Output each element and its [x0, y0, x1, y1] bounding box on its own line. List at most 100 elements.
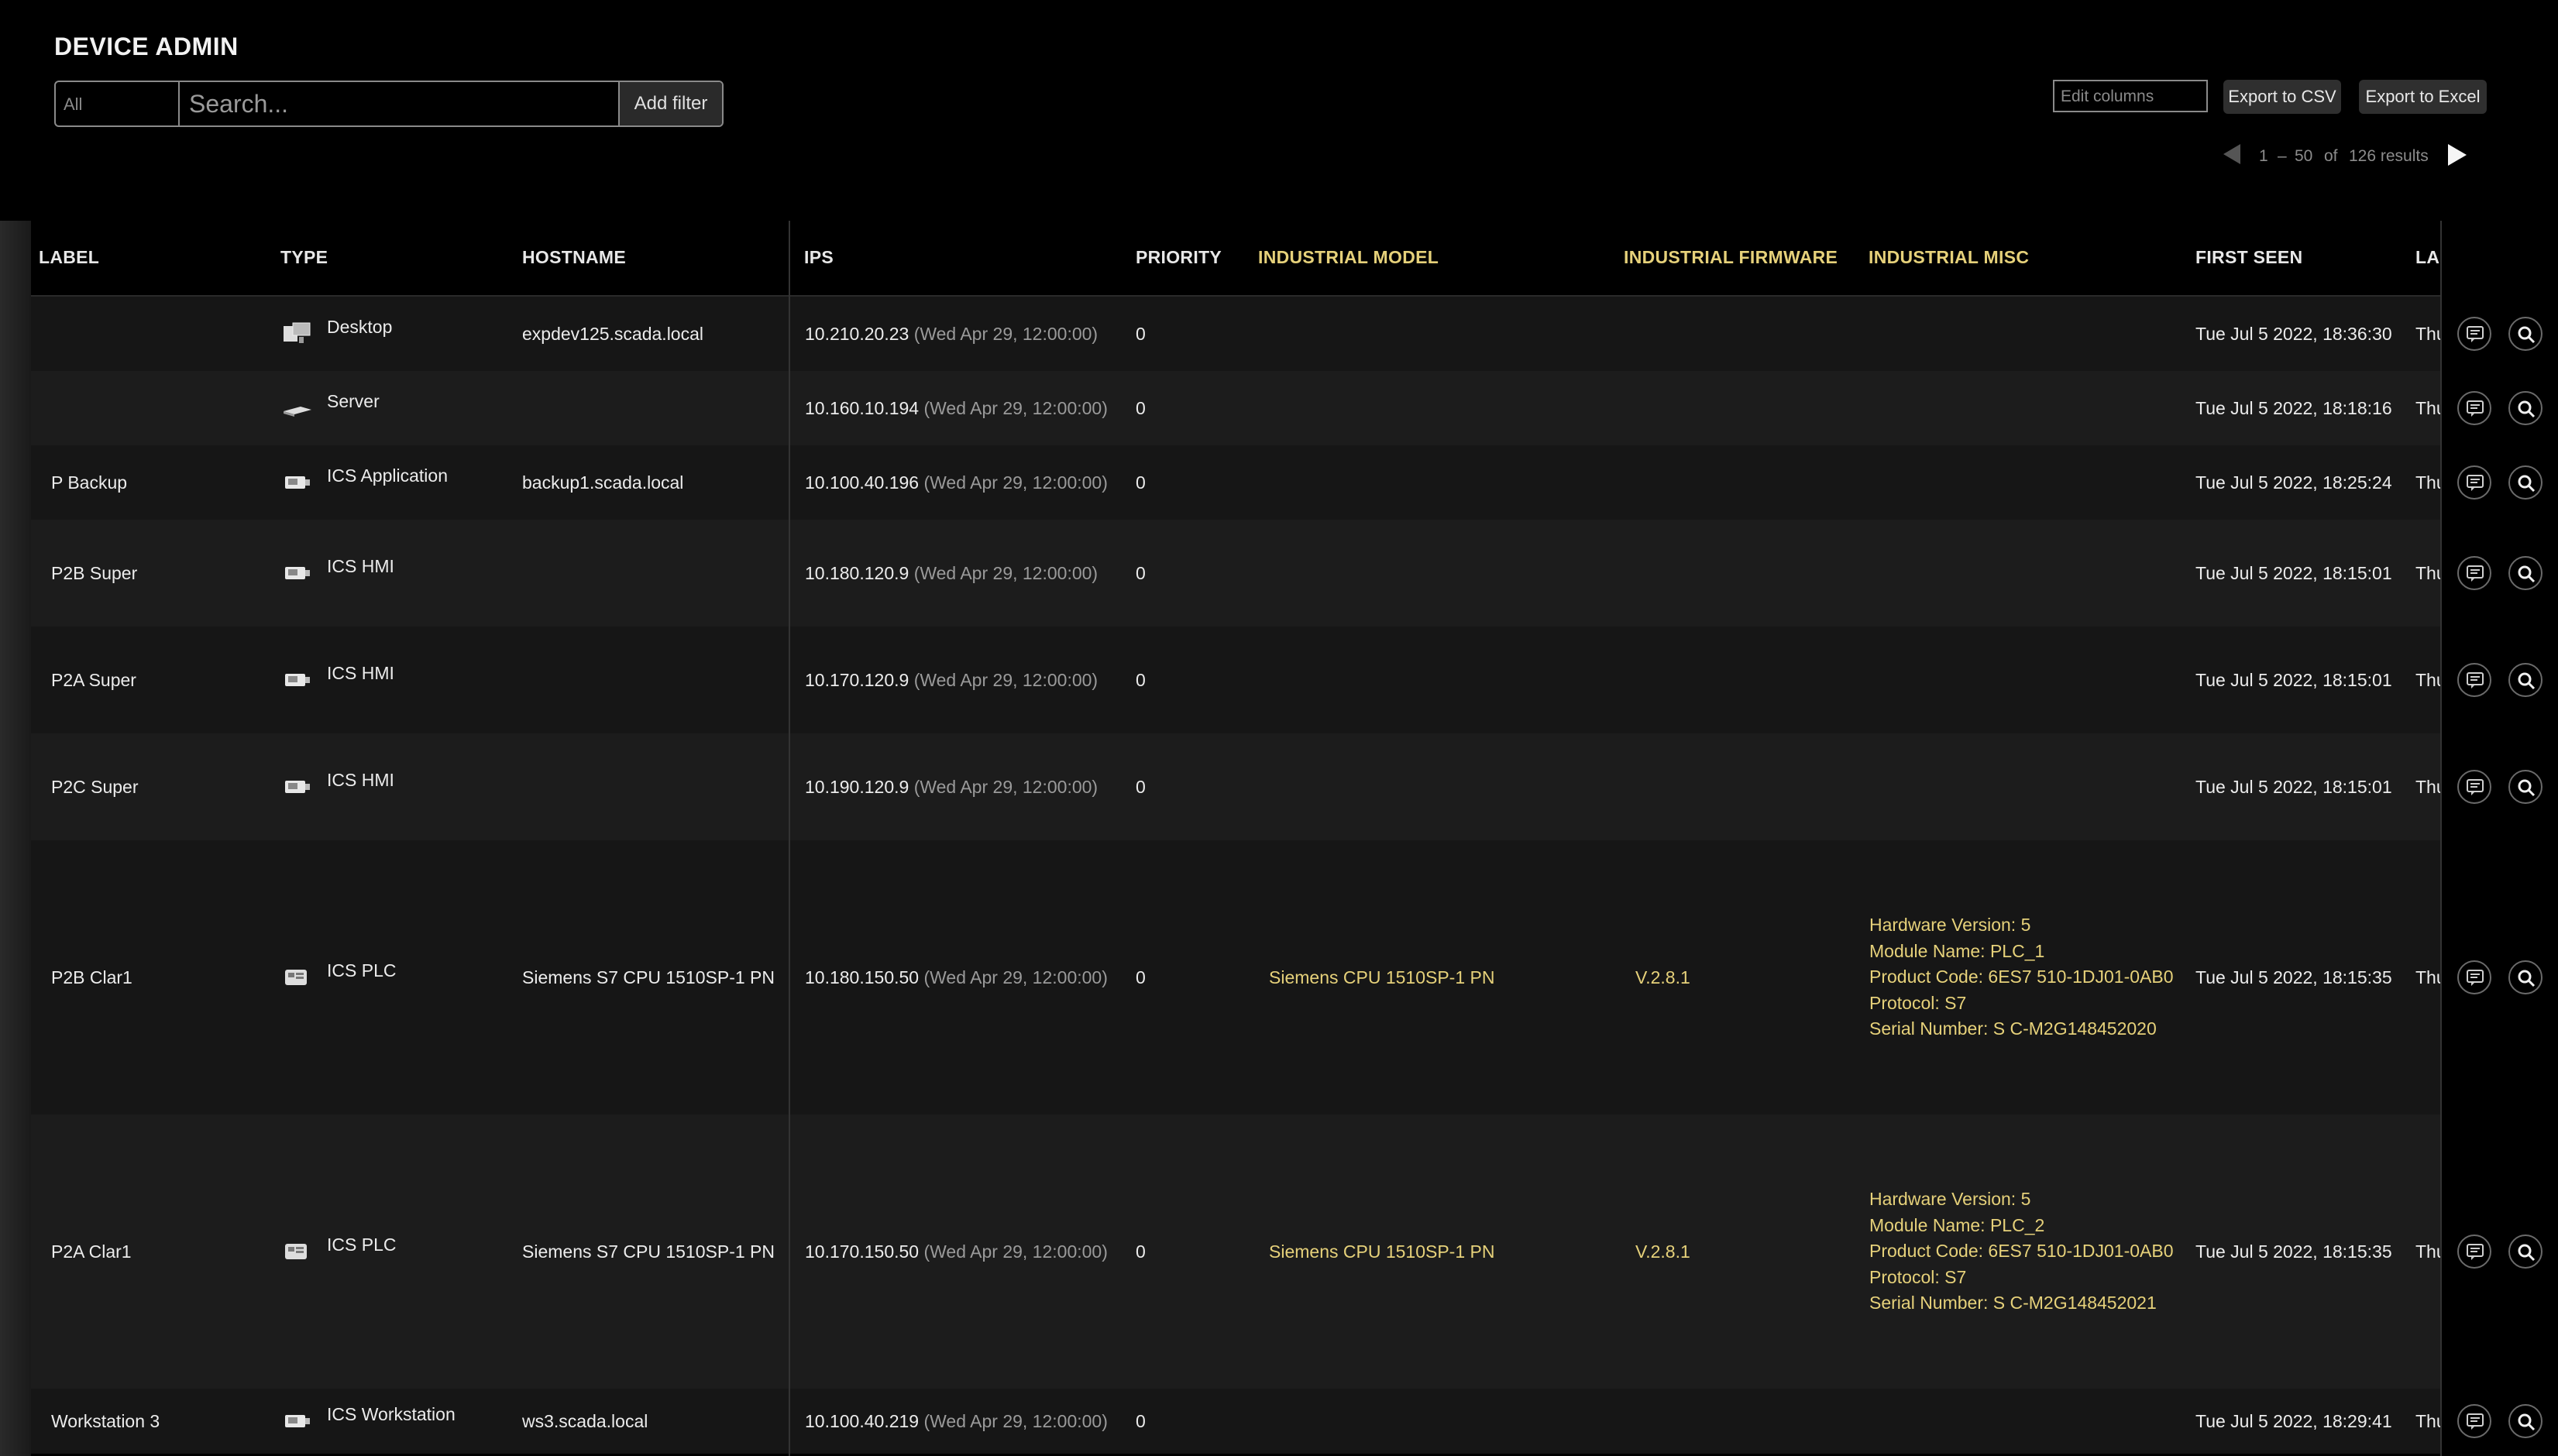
- search-icon[interactable]: [2508, 556, 2543, 590]
- ip-address: 10.160.10.194: [805, 398, 920, 418]
- industrial-firmware: V.2.8.1: [1635, 1241, 1690, 1262]
- search-icon[interactable]: [2508, 1235, 2543, 1269]
- comment-icon[interactable]: [2457, 1404, 2491, 1438]
- comment-icon[interactable]: [2457, 770, 2491, 804]
- filter-scope-select[interactable]: All: [56, 82, 180, 125]
- column-header-type[interactable]: TYPE: [280, 247, 328, 268]
- table-row[interactable]: P Backup ICS Application backup1.scada.loc…: [0, 445, 2440, 520]
- column-header-first-seen[interactable]: FIRST SEEN: [2195, 247, 2302, 268]
- column-divider: [2440, 221, 2442, 1456]
- search-icon[interactable]: [2508, 960, 2543, 994]
- device-ip: 10.100.40.196 (Wed Apr 29, 12:00:00): [805, 472, 1108, 493]
- industrial-misc: Hardware Version: 5 Module Name: PLC_1 Pro…: [1869, 912, 2174, 1042]
- device-type: ICS PLC: [327, 1235, 397, 1255]
- search-bar: All Search... Add filter: [54, 81, 724, 127]
- comment-icon[interactable]: [2457, 556, 2491, 590]
- misc-line: Product Code: 6ES7 510-1DJ01-0AB0: [1869, 967, 2174, 987]
- misc-line: Module Name: PLC_2: [1869, 1214, 2045, 1235]
- comment-icon[interactable]: [2457, 1235, 2491, 1269]
- column-header-label[interactable]: LABEL: [39, 247, 99, 268]
- search-input[interactable]: Search...: [180, 82, 618, 125]
- page-dash: –: [2278, 147, 2287, 165]
- misc-line: Hardware Version: 5: [1869, 915, 2031, 935]
- edit-columns-input[interactable]: Edit columns: [2053, 80, 2208, 112]
- column-header-la[interactable]: LA: [2415, 247, 2439, 268]
- table-row[interactable]: P2B Clar1 ICS PLC Siemens S7 CPU 1510SP-1 …: [0, 840, 2440, 1114]
- comment-icon[interactable]: [2457, 391, 2491, 425]
- actions-column: [2442, 221, 2558, 1456]
- search-icon[interactable]: [2508, 770, 2543, 804]
- column-header-hostname[interactable]: HOSTNAME: [522, 247, 626, 268]
- device-type: ICS Application: [327, 465, 448, 486]
- column-header-industrial-firmware[interactable]: INDUSTRIAL FIRMWARE: [1624, 247, 1838, 268]
- search-icon[interactable]: [2508, 391, 2543, 425]
- last-seen-truncated: Thu: [2415, 472, 2440, 493]
- add-filter-button[interactable]: Add filter: [618, 82, 722, 125]
- device-priority: 0: [1136, 324, 1146, 344]
- ip-address: 10.180.150.50: [805, 967, 920, 987]
- column-divider: [789, 221, 790, 1456]
- first-seen: Tue Jul 5 2022, 18:18:16: [2195, 398, 2392, 418]
- device-type: Desktop: [327, 317, 393, 337]
- misc-line: Product Code: 6ES7 510-1DJ01-0AB0: [1869, 1241, 2174, 1261]
- ip-address: 10.180.120.9: [805, 563, 909, 583]
- plc-icon: [282, 965, 308, 987]
- table-row[interactable]: P2C Super ICS HMI 10.190.120.9 (Wed Apr 29…: [0, 733, 2440, 840]
- table-header: LABEL TYPE HOSTNAME IPS PRIORITY INDUSTRIAL M…: [0, 221, 2558, 297]
- ics-device-icon: [282, 668, 310, 689]
- table-row[interactable]: Server 10.160.10.194 (Wed Apr 29, 12:00:0…: [0, 371, 2440, 445]
- last-seen-truncated: Thu: [2415, 670, 2440, 690]
- column-header-ips[interactable]: IPS: [804, 247, 834, 268]
- search-icon[interactable]: [2508, 1404, 2543, 1438]
- device-label: P2B Super: [51, 563, 138, 583]
- table-row[interactable]: P2A Super ICS HMI 10.170.120.9 (Wed Apr 29…: [0, 627, 2440, 733]
- last-seen-truncated: Thu: [2415, 967, 2440, 987]
- comment-icon[interactable]: [2457, 317, 2491, 351]
- comment-icon[interactable]: [2457, 960, 2491, 994]
- device-priority: 0: [1136, 967, 1146, 987]
- last-seen-truncated: Thu: [2415, 563, 2440, 583]
- export-excel-button[interactable]: Export to Excel: [2359, 80, 2487, 114]
- next-page-icon[interactable]: [2448, 144, 2467, 166]
- table-row[interactable]: P2B Super ICS HMI 10.180.120.9 (Wed Apr 29…: [0, 520, 2440, 627]
- device-label: Workstation 3: [51, 1411, 160, 1431]
- industrial-misc: Hardware Version: 5 Module Name: PLC_2 Pro…: [1869, 1186, 2174, 1317]
- ics-device-icon: [282, 1409, 310, 1430]
- ip-timestamp: (Wed Apr 29, 12:00:00): [923, 1241, 1108, 1262]
- column-header-industrial-misc[interactable]: INDUSTRIAL MISC: [1869, 247, 2029, 268]
- export-csv-button[interactable]: Export to CSV: [2223, 80, 2341, 114]
- device-ip: 10.180.120.9 (Wed Apr 29, 12:00:00): [805, 563, 1098, 584]
- device-ip: 10.210.20.23 (Wed Apr 29, 12:00:00): [805, 324, 1098, 345]
- ics-device-icon: [282, 774, 310, 796]
- page-total: 126 results: [2349, 147, 2429, 165]
- comment-icon[interactable]: [2457, 663, 2491, 697]
- pagination: 1 – 50 of 126 results: [2223, 144, 2471, 167]
- table-row[interactable]: Workstation 3 ICS Workstation ws3.scada.lo…: [0, 1389, 2440, 1454]
- device-priority: 0: [1136, 472, 1146, 493]
- ip-timestamp: (Wed Apr 29, 12:00:00): [923, 1411, 1108, 1431]
- comment-icon[interactable]: [2457, 465, 2491, 500]
- device-type: ICS Workstation: [327, 1404, 456, 1424]
- search-icon[interactable]: [2508, 317, 2543, 351]
- search-icon[interactable]: [2508, 663, 2543, 697]
- last-seen-truncated: Thu: [2415, 1241, 2440, 1262]
- ip-address: 10.210.20.23: [805, 324, 909, 344]
- server-icon: [282, 396, 311, 417]
- device-priority: 0: [1136, 670, 1146, 690]
- column-header-industrial-model[interactable]: INDUSTRIAL MODEL: [1258, 247, 1439, 268]
- last-seen-truncated: Thu: [2415, 1411, 2440, 1431]
- device-ip: 10.180.150.50 (Wed Apr 29, 12:00:00): [805, 967, 1108, 988]
- device-priority: 0: [1136, 1411, 1146, 1431]
- device-table: LABEL TYPE HOSTNAME IPS PRIORITY INDUSTRIAL M…: [0, 221, 2558, 1456]
- ics-device-icon: [282, 470, 310, 492]
- table-row[interactable]: P2A Clar1 ICS PLC Siemens S7 CPU 1510SP-1 …: [0, 1114, 2440, 1389]
- column-header-priority[interactable]: PRIORITY: [1136, 247, 1222, 268]
- search-icon[interactable]: [2508, 465, 2543, 500]
- first-seen: Tue Jul 5 2022, 18:15:01: [2195, 563, 2392, 583]
- page-start: 1: [2259, 147, 2268, 165]
- first-seen: Tue Jul 5 2022, 18:29:41: [2195, 1411, 2392, 1431]
- table-row[interactable]: Desktop expdev125.scada.local 10.210.20.23…: [0, 297, 2440, 371]
- device-ip: 10.170.150.50 (Wed Apr 29, 12:00:00): [805, 1241, 1108, 1262]
- prev-page-icon[interactable]: [2223, 144, 2240, 164]
- misc-line: Protocol: S7: [1869, 992, 1967, 1013]
